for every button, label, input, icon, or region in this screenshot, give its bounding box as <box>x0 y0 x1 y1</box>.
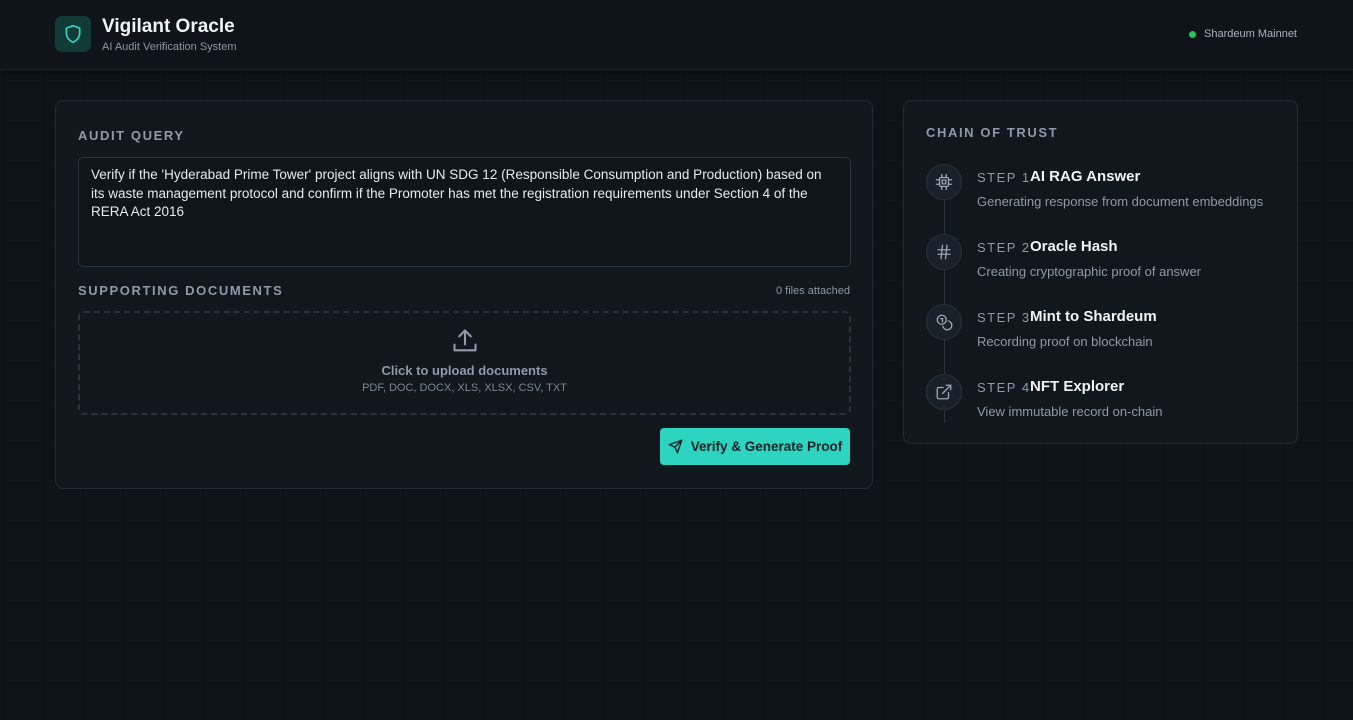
chain-of-trust-panel: CHAIN OF TRUST STEP 1 AI RAG Answer Gene… <box>903 100 1298 444</box>
external-link-icon <box>936 384 952 400</box>
step-1-description: Generating response from document embedd… <box>977 194 1264 209</box>
upload-icon <box>452 329 477 352</box>
app-title: Vigilant Oracle <box>102 16 235 37</box>
step-2-description: Creating cryptographic proof of answer <box>977 264 1202 279</box>
step-1-icon-badge <box>926 164 962 200</box>
step-1-title: AI RAG Answer <box>1030 168 1141 185</box>
audit-panel: AUDIT QUERY Verify if the 'Hyderabad Pri… <box>55 100 873 489</box>
step-3-number: STEP 3 <box>977 310 1031 325</box>
step-1-number: STEP 1 <box>977 170 1031 185</box>
step-4-description: View immutable record on-chain <box>977 404 1163 419</box>
chain-step-3: STEP 3 Mint to Shardeum Recording proof … <box>926 304 1286 354</box>
network-status-dot <box>1189 30 1197 38</box>
step-2-title: Oracle Hash <box>1030 238 1118 255</box>
step-2-number: STEP 2 <box>977 240 1031 255</box>
network-indicator: Shardeum Mainnet <box>1189 28 1297 40</box>
step-4-icon-badge <box>926 374 962 410</box>
coins-icon <box>936 314 953 331</box>
app-header: Vigilant Oracle AI Audit Verification Sy… <box>0 0 1353 70</box>
step-2-icon-badge <box>926 234 962 270</box>
step-3-icon-badge <box>926 304 962 340</box>
shield-icon <box>65 24 81 44</box>
verify-generate-proof-button[interactable]: Verify & Generate Proof <box>660 428 850 465</box>
upload-dropzone[interactable]: Click to upload documents PDF, DOC, DOCX… <box>78 311 851 415</box>
verify-button-label: Verify & Generate Proof <box>690 439 843 454</box>
upload-formats: PDF, DOC, DOCX, XLS, XLSX, CSV, TXT <box>362 382 567 394</box>
chain-step-2: STEP 2 Oracle Hash Creating cryptographi… <box>926 234 1286 284</box>
chain-step-1: STEP 1 AI RAG Answer Generating response… <box>926 164 1286 214</box>
step-3-description: Recording proof on blockchain <box>977 334 1153 349</box>
step-4-title: NFT Explorer <box>1030 378 1125 395</box>
chain-step-4[interactable]: STEP 4 NFT Explorer View immutable recor… <box>926 374 1286 424</box>
hash-icon <box>937 244 951 260</box>
cpu-icon <box>935 173 953 191</box>
app-logo <box>55 16 91 52</box>
step-4-number: STEP 4 <box>977 380 1031 395</box>
upload-title: Click to upload documents <box>381 363 548 378</box>
app-subtitle: AI Audit Verification System <box>102 41 237 53</box>
send-icon <box>668 439 683 454</box>
supporting-documents-label: SUPPORTING DOCUMENTS <box>78 283 284 298</box>
chain-of-trust-label: CHAIN OF TRUST <box>926 125 1059 140</box>
audit-query-input[interactable]: Verify if the 'Hyderabad Prime Tower' pr… <box>78 157 851 267</box>
step-3-title: Mint to Shardeum <box>1030 308 1157 325</box>
audit-query-label: AUDIT QUERY <box>78 128 185 143</box>
network-label: Shardeum Mainnet <box>1204 28 1297 40</box>
files-attached-count: 0 files attached <box>776 285 850 297</box>
